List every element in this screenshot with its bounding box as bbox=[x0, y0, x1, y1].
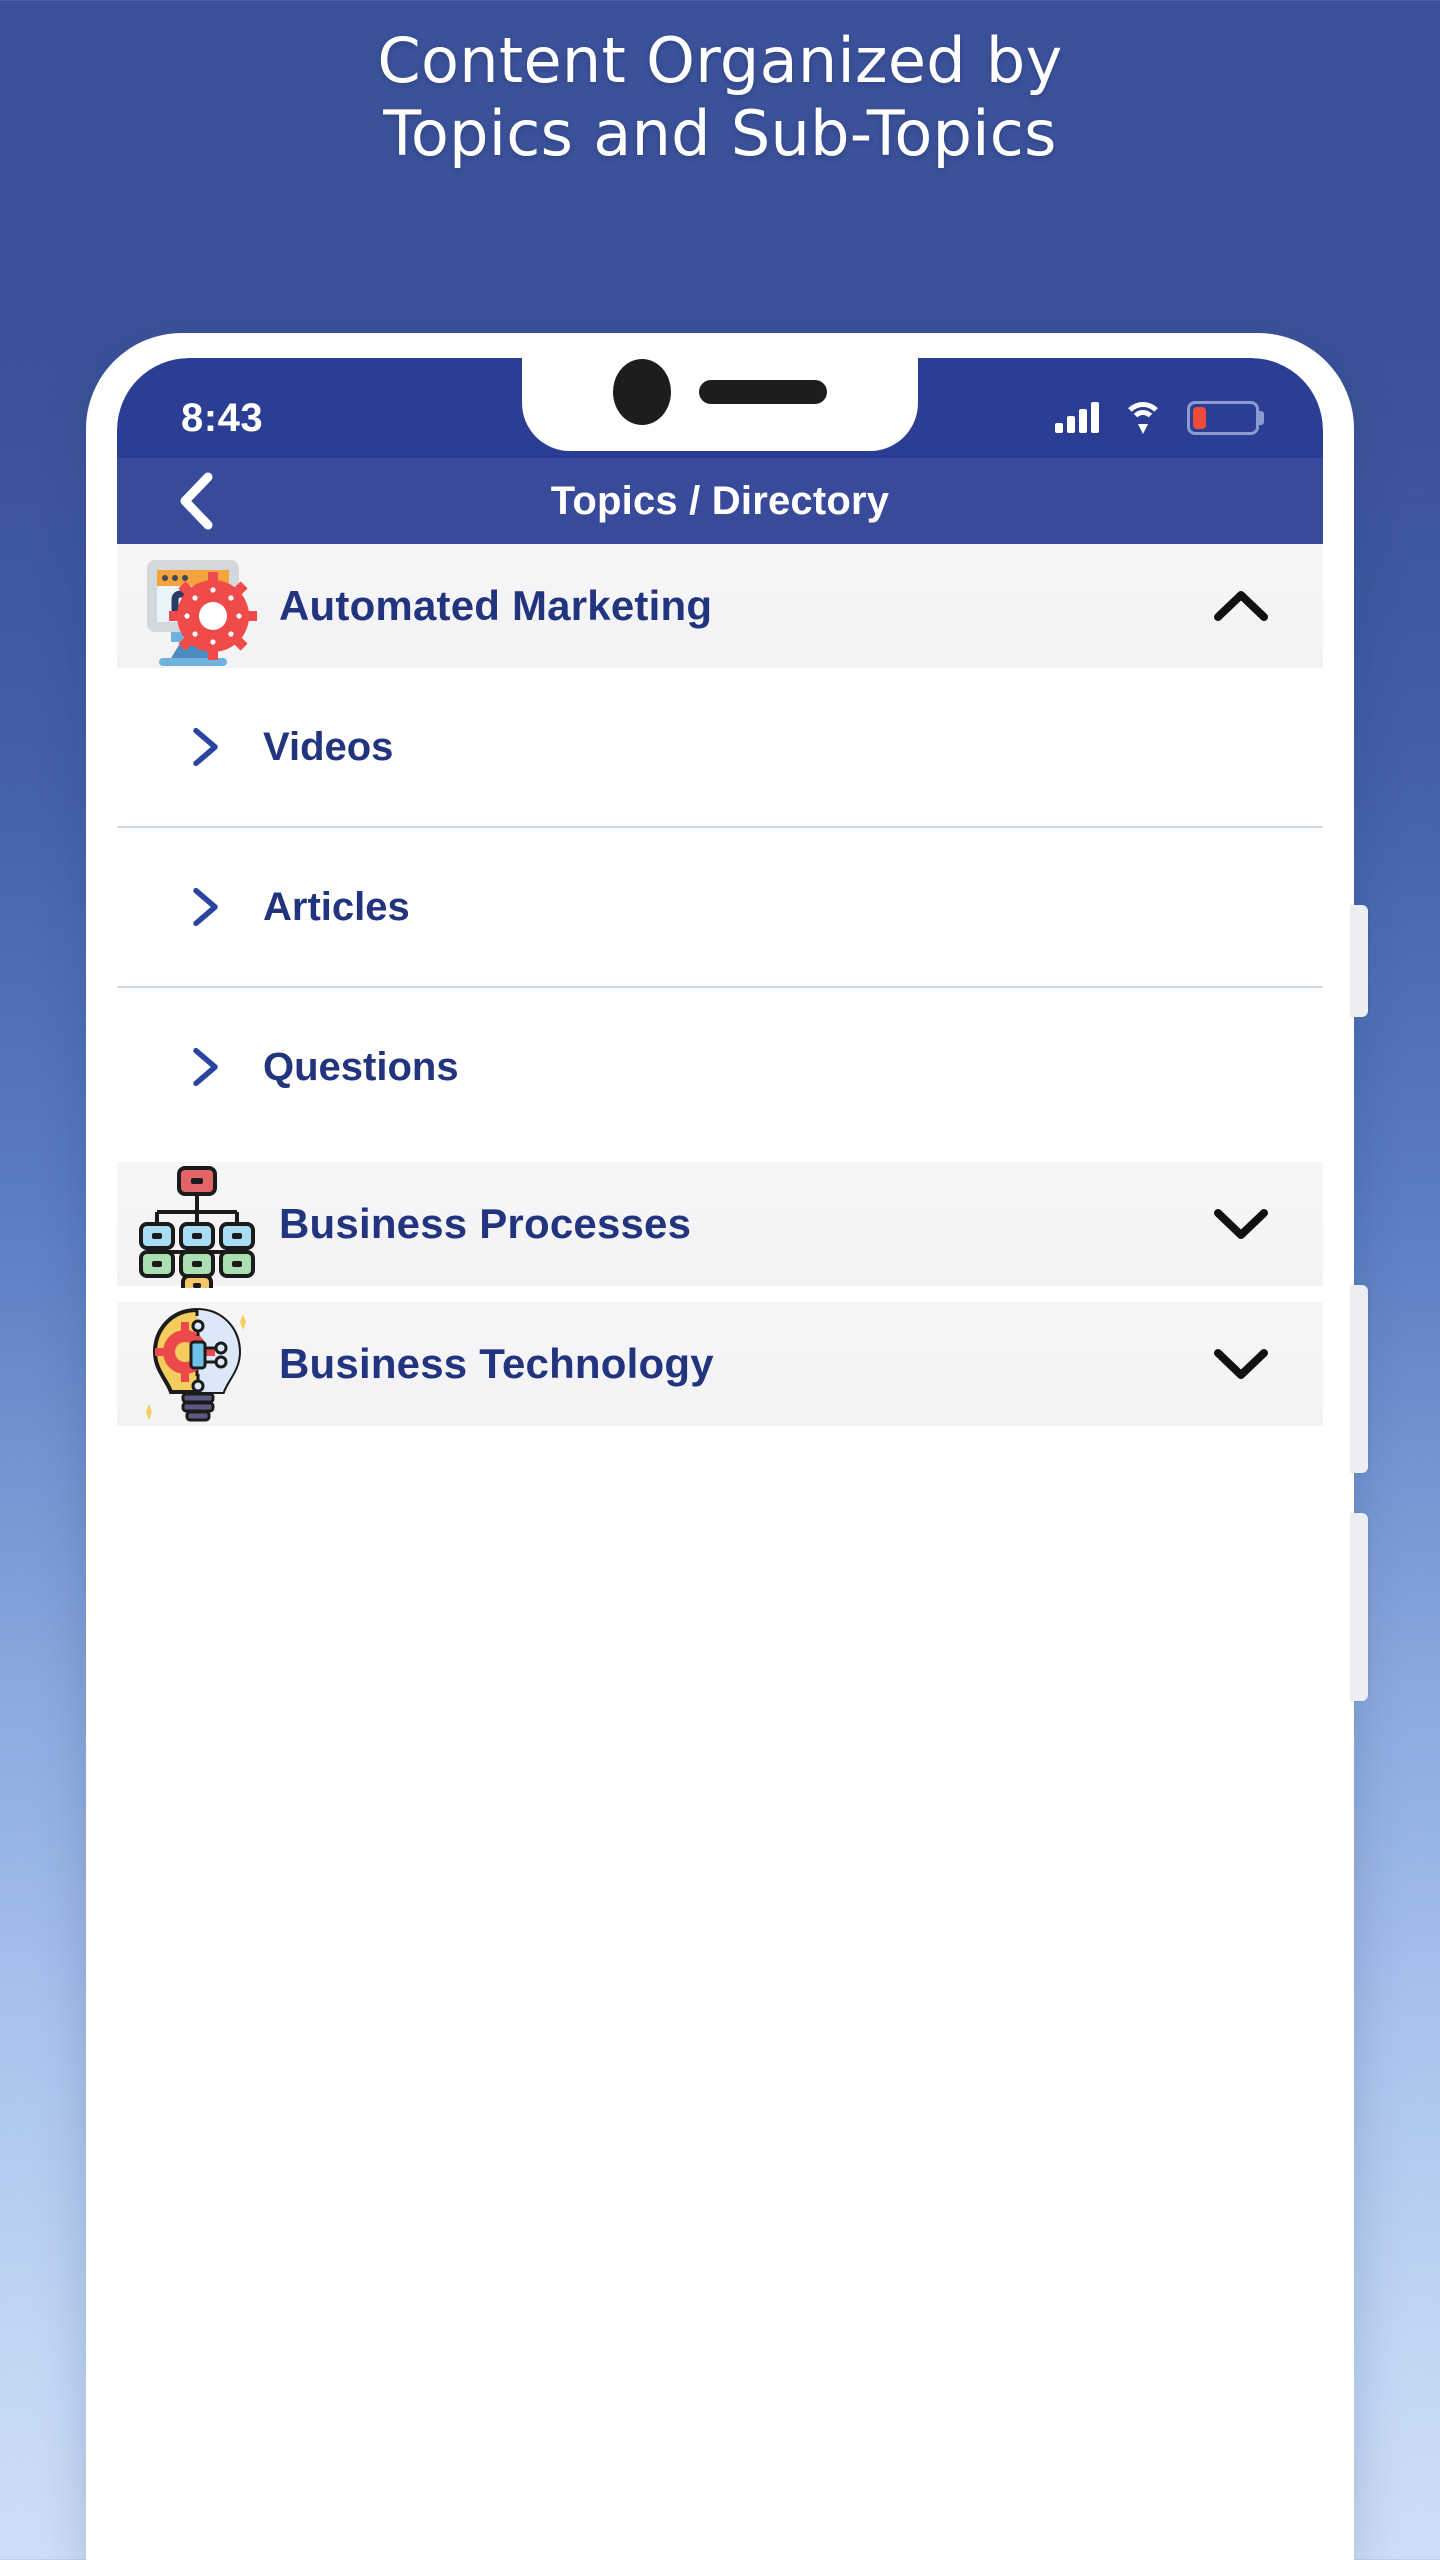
back-button[interactable] bbox=[169, 470, 225, 532]
phone-device-frame: 8:43 Topics / Directory Automated Market… bbox=[86, 333, 1368, 2560]
subtopic-label: Questions bbox=[263, 1044, 459, 1089]
subtopic-label: Articles bbox=[263, 884, 410, 929]
phone-volume-up-button[interactable] bbox=[1350, 1285, 1368, 1473]
topic-row-automated-marketing[interactable]: Automated Marketing bbox=[117, 544, 1323, 668]
topic-toggle-chevron[interactable] bbox=[1213, 588, 1269, 624]
phone-notch bbox=[522, 358, 918, 451]
chevron-left-icon bbox=[180, 472, 213, 530]
list-spacer bbox=[117, 1286, 1323, 1302]
nav-bar: Topics / Directory bbox=[117, 458, 1323, 544]
status-bar-indicators bbox=[1055, 401, 1259, 435]
chevron-up-icon bbox=[1214, 591, 1268, 621]
subtopic-label: Videos bbox=[263, 724, 394, 769]
phone-screen: 8:43 Topics / Directory Automated Market… bbox=[117, 358, 1323, 2560]
earpiece-speaker-icon bbox=[699, 380, 827, 404]
page-title-line-1: Content Organized by bbox=[377, 24, 1063, 97]
chevron-right-icon bbox=[193, 887, 218, 927]
page-title: Content Organized by Topics and Sub-Topi… bbox=[0, 24, 1440, 170]
topic-label: Business Processes bbox=[279, 1200, 692, 1247]
business-processes-icon bbox=[127, 1154, 267, 1294]
chevron-right-icon bbox=[193, 1047, 218, 1087]
front-camera-icon bbox=[613, 359, 671, 425]
chevron-down-icon bbox=[1214, 1209, 1268, 1239]
phone-volume-down-button[interactable] bbox=[1350, 1513, 1368, 1701]
status-bar: 8:43 bbox=[117, 358, 1323, 458]
topic-row-business-technology[interactable]: Business Technology bbox=[117, 1302, 1323, 1426]
subtopic-row-articles[interactable]: Articles bbox=[117, 828, 1323, 986]
topic-toggle-chevron[interactable] bbox=[1213, 1346, 1269, 1382]
subtopic-row-videos[interactable]: Videos bbox=[117, 668, 1323, 826]
business-technology-icon bbox=[127, 1294, 267, 1434]
phone-silent-switch[interactable] bbox=[1350, 905, 1368, 1017]
chevron-right-icon bbox=[193, 727, 218, 767]
topic-label: Automated Marketing bbox=[279, 582, 713, 629]
cellular-signal-icon bbox=[1055, 402, 1099, 433]
wifi-icon bbox=[1121, 402, 1165, 434]
topics-list: Automated Marketing Videos Articles Ques… bbox=[117, 544, 1323, 2246]
battery-low-icon bbox=[1187, 401, 1259, 435]
empty-list-area bbox=[117, 1426, 1323, 2246]
topic-label: Business Technology bbox=[279, 1340, 714, 1387]
nav-bar-title: Topics / Directory bbox=[550, 478, 890, 523]
subtopic-row-questions[interactable]: Questions bbox=[117, 988, 1323, 1146]
chevron-down-icon bbox=[1214, 1349, 1268, 1379]
automated-marketing-icon bbox=[127, 536, 267, 676]
status-bar-clock: 8:43 bbox=[181, 395, 264, 440]
list-spacer bbox=[117, 1146, 1323, 1162]
page-title-line-2: Topics and Sub-Topics bbox=[383, 97, 1057, 171]
topic-row-business-processes[interactable]: Business Processes bbox=[117, 1162, 1323, 1288]
topic-toggle-chevron[interactable] bbox=[1213, 1206, 1269, 1242]
phone-mockup: 8:43 Topics / Directory Automated Market… bbox=[86, 333, 1368, 2560]
